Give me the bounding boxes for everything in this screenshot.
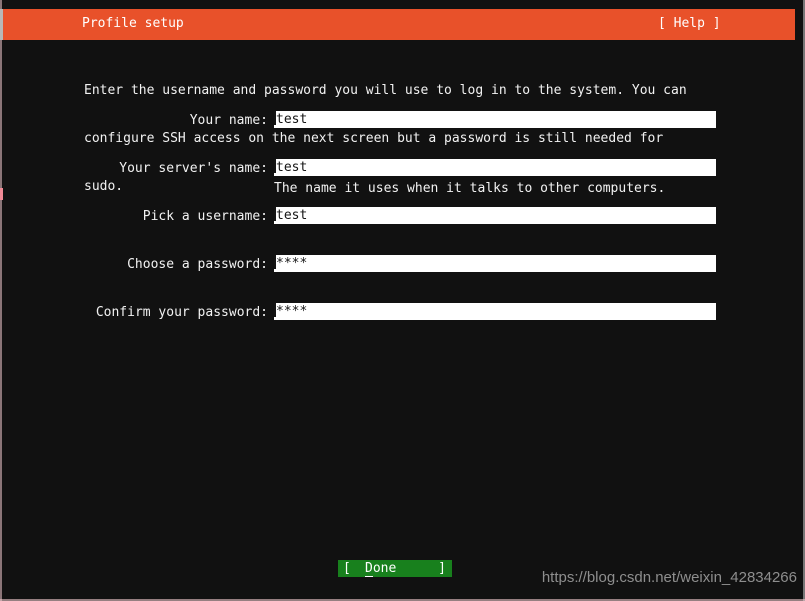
input-your-name[interactable]: test [274, 111, 716, 128]
intro-line-1: Enter the username and password you will… [84, 83, 687, 98]
help-button[interactable]: [ Help ] [658, 16, 721, 32]
input-value-username: test [276, 208, 308, 223]
left-edge-highlight-artifact [0, 188, 3, 200]
intro-line-2: configure SSH access on the next screen … [84, 131, 664, 146]
label-choose-password: Choose a password: [127, 257, 268, 272]
page-title: Profile setup [82, 16, 184, 31]
input-value-confirm-password: **** [276, 304, 308, 319]
done-bracket-right: ] [438, 561, 446, 576]
input-server-name[interactable]: test [274, 159, 716, 176]
input-username[interactable]: test [274, 207, 716, 224]
input-value-choose-password: **** [276, 256, 308, 271]
done-bracket-left: [ [343, 561, 351, 576]
watermark: https://blog.csdn.net/weixin_42834266 [541, 569, 797, 586]
input-value-your-name: test [276, 112, 308, 127]
done-accel-char: D [365, 561, 373, 577]
done-button-label: Done [365, 560, 396, 578]
input-choose-password[interactable]: **** [274, 255, 716, 272]
label-your-name: Your name: [189, 113, 268, 128]
input-confirm-password[interactable]: **** [274, 303, 716, 320]
header-bar: Profile setup [ Help ] [3, 9, 795, 40]
label-username: Pick a username: [142, 209, 268, 224]
done-button[interactable]: [ Done ] [338, 560, 452, 577]
input-value-server-name: test [276, 160, 308, 175]
intro-text: Enter the username and password you will… [84, 51, 724, 227]
left-edge-artifact [0, 0, 2, 601]
label-server-name: Your server's name: [119, 161, 268, 176]
hint-server-name: The name it uses when it talks to other … [274, 181, 666, 196]
label-confirm-password: Confirm your password: [95, 305, 268, 320]
done-label-rest: one [372, 561, 397, 576]
installer-screen: Profile setup [ Help ] Enter the usernam… [0, 0, 805, 601]
